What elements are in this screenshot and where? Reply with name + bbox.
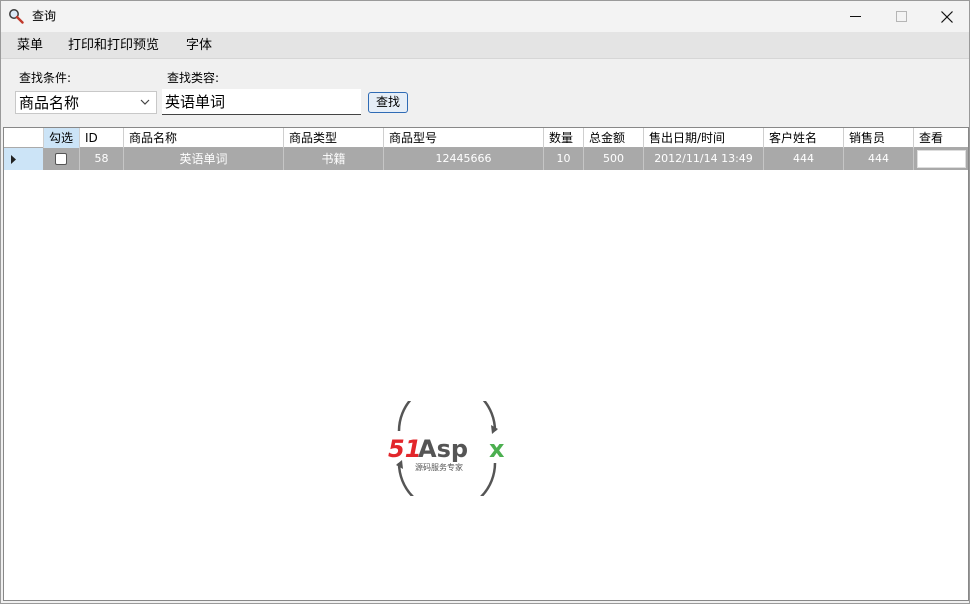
row-header-corner xyxy=(4,128,44,148)
condition-label: 查找条件: xyxy=(19,71,72,85)
chevron-down-icon xyxy=(140,99,150,105)
menu-bar: 菜单 打印和打印预览 字体 xyxy=(1,32,969,59)
column-header-datetime[interactable]: 售出日期/时间 xyxy=(644,128,764,148)
column-header-type[interactable]: 商品类型 xyxy=(284,128,384,148)
check-cell[interactable] xyxy=(44,148,80,170)
column-header-seller[interactable]: 销售员 xyxy=(844,128,914,148)
menu-item-menu[interactable]: 菜单 xyxy=(17,38,43,54)
column-header-check[interactable]: 勾选 xyxy=(44,128,80,148)
find-button[interactable]: 查找 xyxy=(368,92,408,113)
column-header-view[interactable]: 查看 xyxy=(914,128,968,148)
menu-item-print[interactable]: 打印和打印预览 xyxy=(68,38,159,54)
close-icon xyxy=(941,11,953,23)
column-header-id[interactable]: ID xyxy=(80,128,124,148)
column-header-model[interactable]: 商品型号 xyxy=(384,128,544,148)
minimize-button[interactable] xyxy=(833,1,879,32)
logo-brand-text: 51 xyxy=(388,435,421,463)
title-bar: 查询 xyxy=(1,1,969,32)
close-button[interactable] xyxy=(924,1,970,32)
model-cell[interactable]: 12445666 xyxy=(384,148,544,170)
column-header-total[interactable]: 总金额 xyxy=(584,128,644,148)
table-row[interactable]: 58 英语单词 书籍 12445666 10 500 2012/11/14 13… xyxy=(4,148,968,170)
view-button[interactable] xyxy=(917,150,966,168)
column-header-customer[interactable]: 客户姓名 xyxy=(764,128,844,148)
minimize-icon xyxy=(850,16,861,17)
customer-cell[interactable]: 444 xyxy=(764,148,844,170)
query-window: 查询 菜单 打印和打印预览 字体 查找条件: 查找类容: 商品名称 查找 勾选 xyxy=(0,0,970,604)
maximize-icon xyxy=(896,11,907,22)
column-header-name[interactable]: 商品名称 xyxy=(124,128,284,148)
menu-item-font[interactable]: 字体 xyxy=(186,38,212,54)
row-checkbox[interactable] xyxy=(55,153,67,165)
view-cell[interactable] xyxy=(914,148,968,170)
window-title: 查询 xyxy=(32,9,57,23)
column-header-qty[interactable]: 数量 xyxy=(544,128,584,148)
grid-header-row: 勾选 ID 商品名称 商品类型 商品型号 数量 总金额 售出日期/时间 客户姓名… xyxy=(4,128,968,148)
content-label: 查找类容: xyxy=(167,71,220,85)
type-cell[interactable]: 书籍 xyxy=(284,148,384,170)
current-row-arrow-icon xyxy=(11,155,16,164)
brand-logo: 51 Asp x 源码服务专家 xyxy=(388,401,505,496)
maximize-button[interactable] xyxy=(879,1,925,32)
results-grid: 勾选 ID 商品名称 商品类型 商品型号 数量 总金额 售出日期/时间 客户姓名… xyxy=(3,127,969,601)
condition-select[interactable]: 商品名称 xyxy=(15,91,157,114)
datetime-cell[interactable]: 2012/11/14 13:49 xyxy=(644,148,764,170)
content-search-input[interactable] xyxy=(162,89,361,115)
logo-tagline: 源码服务专家 xyxy=(415,462,463,472)
total-cell[interactable]: 500 xyxy=(584,148,644,170)
name-cell[interactable]: 英语单词 xyxy=(124,148,284,170)
qty-cell[interactable]: 10 xyxy=(544,148,584,170)
seller-cell[interactable]: 444 xyxy=(844,148,914,170)
row-header[interactable] xyxy=(4,148,44,170)
svg-text:Asp: Asp xyxy=(418,435,468,463)
id-cell[interactable]: 58 xyxy=(80,148,124,170)
condition-select-value: 商品名称 xyxy=(19,94,80,112)
magnifier-icon xyxy=(9,9,24,24)
svg-text:x: x xyxy=(489,435,505,463)
